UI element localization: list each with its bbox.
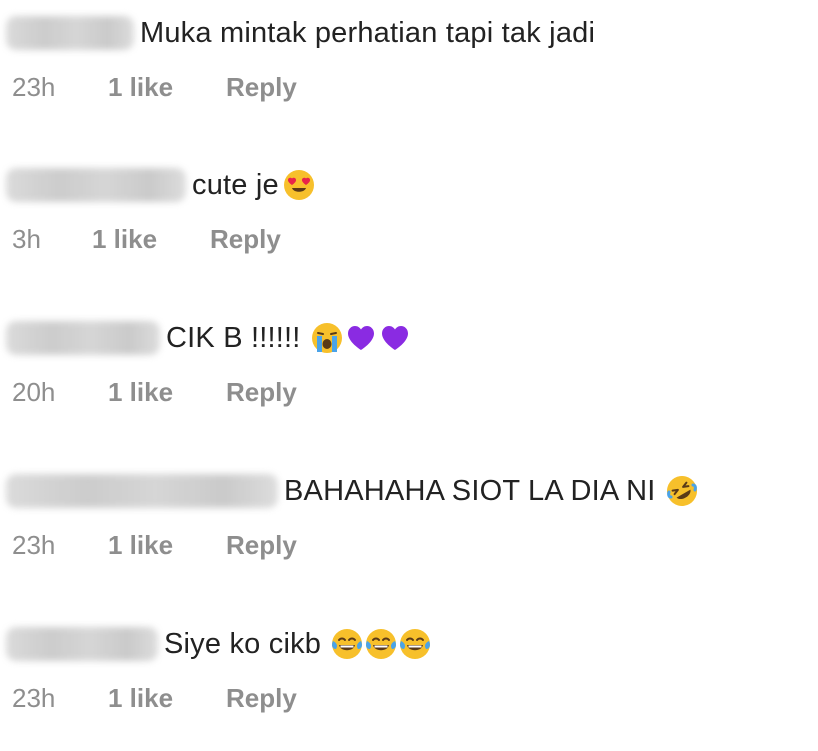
comment-like-count[interactable]: 1 like xyxy=(108,377,226,408)
purple-heart-icon xyxy=(347,326,374,350)
comment-emojis xyxy=(666,475,698,507)
comment-like-count[interactable]: 1 like xyxy=(92,224,210,255)
comment-item: Muka mintak perhatian tapi tak jadi 23h … xyxy=(0,0,818,140)
comment-line: Muka mintak perhatian tapi tak jadi xyxy=(0,5,595,61)
reply-button[interactable]: Reply xyxy=(226,72,297,103)
comment-like-count[interactable]: 1 like xyxy=(108,530,226,561)
comment-meta: 23h 1 like Reply xyxy=(0,524,297,566)
comment-line: Siye ko cikb xyxy=(0,616,431,672)
reply-button[interactable]: Reply xyxy=(226,530,297,561)
comment-emojis xyxy=(283,169,315,201)
purple-heart-icon xyxy=(381,326,408,350)
comment-item: cute je 3h 1 like Reply xyxy=(0,152,818,292)
comment-timestamp: 23h xyxy=(12,529,56,560)
blurred-username[interactable] xyxy=(6,321,160,355)
comment-text: BAHAHAHA SIOT LA DIA NI xyxy=(284,474,656,507)
loudly-crying-emoji-icon xyxy=(311,323,342,353)
tears-of-joy-emoji-icon xyxy=(366,629,397,659)
comment-item: CIK B !!!!!! 20h 1 like Reply xyxy=(0,305,818,445)
comment-line: CIK B !!!!!! xyxy=(0,310,411,366)
comment-text: CIK B !!!!!! xyxy=(166,321,301,354)
tears-of-joy-emoji-icon xyxy=(332,629,363,659)
comment-line: BAHAHAHA SIOT LA DIA NI xyxy=(0,463,698,519)
blurred-username[interactable] xyxy=(6,168,186,202)
comment-like-count[interactable]: 1 like xyxy=(108,683,226,714)
comment-line: cute je xyxy=(0,157,315,213)
tears-of-joy-emoji-icon xyxy=(400,629,431,659)
comment-meta: 20h 1 like Reply xyxy=(0,371,297,413)
comment-timestamp: 20h xyxy=(12,376,56,407)
rolling-laughing-emoji-icon xyxy=(666,476,697,506)
reply-button[interactable]: Reply xyxy=(210,224,281,255)
comment-emojis xyxy=(331,628,431,660)
comment-text: Muka mintak perhatian tapi tak jadi xyxy=(140,16,596,49)
blurred-username[interactable] xyxy=(6,627,158,661)
comment-text: cute je xyxy=(192,168,279,201)
comment-item: Siye ko cikb 23h 1 like Reply xyxy=(0,611,818,751)
reply-button[interactable]: Reply xyxy=(226,683,297,714)
comment-timestamp: 23h xyxy=(12,682,56,713)
blurred-username[interactable] xyxy=(6,16,134,50)
comment-meta: 23h 1 like Reply xyxy=(0,66,297,108)
comment-like-count[interactable]: 1 like xyxy=(108,72,226,103)
reply-button[interactable]: Reply xyxy=(226,377,297,408)
comment-meta: 3h 1 like Reply xyxy=(0,218,281,260)
comment-item: BAHAHAHA SIOT LA DIA NI 23h 1 like Reply xyxy=(0,458,818,598)
comment-timestamp: 23h xyxy=(12,71,56,102)
comment-emojis xyxy=(311,322,411,354)
heart-eyes-emoji-icon xyxy=(283,170,314,200)
blurred-username[interactable] xyxy=(6,474,278,508)
comment-meta: 23h 1 like Reply xyxy=(0,677,297,719)
comment-timestamp: 3h xyxy=(12,223,41,254)
comment-text: Siye ko cikb xyxy=(164,627,322,660)
